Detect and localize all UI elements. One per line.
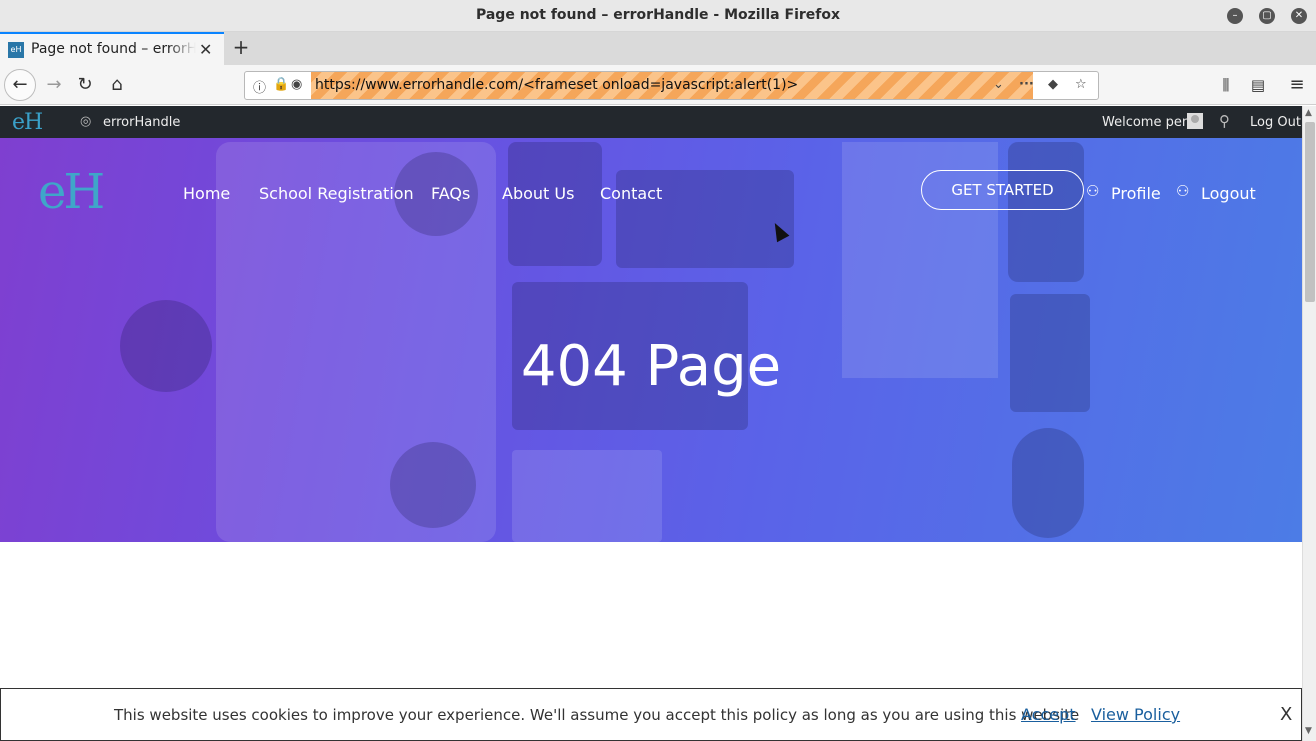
dashboard-icon[interactable]: ◎: [80, 114, 91, 129]
tab-active[interactable]: eH Page not found – errorHandle ✕: [0, 32, 224, 65]
home-icon[interactable]: ⌂: [105, 73, 129, 97]
get-started-button[interactable]: GET STARTED: [921, 170, 1084, 210]
profile-user-icon: ⚇: [1086, 182, 1100, 200]
back-icon[interactable]: ←: [4, 69, 36, 101]
reload-icon[interactable]: ↻: [73, 73, 97, 97]
browser-window: Page not found – errorHandle - Mozilla F…: [0, 0, 1316, 741]
tab-favicon-icon: eH: [8, 42, 24, 58]
page-scrollbar[interactable]: ▲ ▼: [1302, 106, 1316, 741]
search-icon[interactable]: ⚲: [1219, 112, 1230, 130]
nav-contact[interactable]: Contact: [600, 184, 662, 203]
profile-link[interactable]: Profile: [1111, 184, 1161, 203]
tab-close-icon[interactable]: ✕: [199, 40, 212, 59]
bookmark-star-icon[interactable]: ☆: [1075, 77, 1087, 92]
phone-shape: [1008, 142, 1084, 282]
close-icon[interactable]: ✕: [1291, 8, 1307, 24]
new-tab-icon[interactable]: +: [230, 36, 252, 58]
maximize-icon[interactable]: ▢: [1259, 8, 1275, 24]
welcome-text[interactable]: Welcome pen: [1102, 115, 1190, 130]
minimize-icon[interactable]: –: [1227, 8, 1243, 24]
logout-link[interactable]: Logout: [1201, 184, 1256, 203]
nav-faqs[interactable]: FAQs: [431, 184, 470, 203]
cookie-message: This website uses cookies to improve you…: [114, 706, 1080, 724]
nav-about-us[interactable]: About Us: [502, 184, 574, 203]
avatar[interactable]: [1187, 113, 1203, 129]
dropdown-icon[interactable]: ⌄: [993, 77, 1004, 92]
cookie-close-icon[interactable]: X: [1280, 704, 1292, 725]
site-logo[interactable]: eH: [38, 164, 105, 220]
admin-site-name[interactable]: errorHandle: [103, 115, 180, 130]
lock-icon[interactable]: 🔒: [273, 77, 289, 92]
hero-banner: eH Home School Registration FAQs About U…: [0, 138, 1302, 542]
scroll-up-icon[interactable]: ▲: [1305, 108, 1312, 118]
admin-logout-link[interactable]: Log Out: [1250, 115, 1301, 130]
scroll-down-icon[interactable]: ▼: [1305, 726, 1312, 736]
pocket-icon[interactable]: ◆: [1048, 77, 1058, 92]
window-titlebar: Page not found – errorHandle - Mozilla F…: [0, 0, 1316, 32]
logout-user-icon: ⚇: [1176, 182, 1190, 200]
info-icon[interactable]: ⓘ: [253, 77, 266, 96]
sidebar-icon[interactable]: ▤: [1246, 73, 1270, 97]
nav-school-registration[interactable]: School Registration: [259, 184, 414, 203]
scrollbar-thumb[interactable]: [1305, 122, 1315, 302]
nav-home[interactable]: Home: [183, 184, 230, 203]
navigation-toolbar: ← → ↻ ⌂ ⓘ 🔒 ◉ https://www.errorhandle.co…: [0, 65, 1316, 105]
url-bar[interactable]: ⓘ 🔒 ◉ https://www.errorhandle.com/<frame…: [244, 71, 1099, 100]
view-policy-link[interactable]: View Policy: [1091, 705, 1180, 724]
hard-drive-shape: [508, 142, 602, 266]
site-logo-small[interactable]: eH: [12, 110, 43, 135]
tab-strip: eH Page not found – errorHandle ✕ +: [0, 32, 1316, 65]
cookie-accept-link[interactable]: Accept: [1021, 705, 1076, 724]
admin-topbar: eH ◎ errorHandle Welcome pen ⚲ Log Out: [0, 106, 1302, 138]
sticky-note-shape: [512, 450, 662, 542]
disc-sticker-shape: [390, 442, 476, 528]
menu-icon[interactable]: ≡: [1285, 73, 1309, 97]
tracking-icon[interactable]: ◉: [291, 77, 302, 92]
forward-icon[interactable]: →: [42, 73, 66, 97]
url-text[interactable]: https://www.errorhandle.com/<frameset on…: [315, 77, 798, 93]
cookie-banner: This website uses cookies to improve you…: [0, 688, 1302, 741]
page-title: 404 Page: [520, 334, 782, 399]
library-icon[interactable]: ⫼: [1214, 73, 1238, 97]
carabiner-shape: [1012, 428, 1084, 538]
tab-label: Page not found – errorHandle: [31, 41, 196, 57]
more-icon[interactable]: ···: [1019, 77, 1034, 92]
window-title: Page not found – errorHandle - Mozilla F…: [475, 7, 841, 23]
